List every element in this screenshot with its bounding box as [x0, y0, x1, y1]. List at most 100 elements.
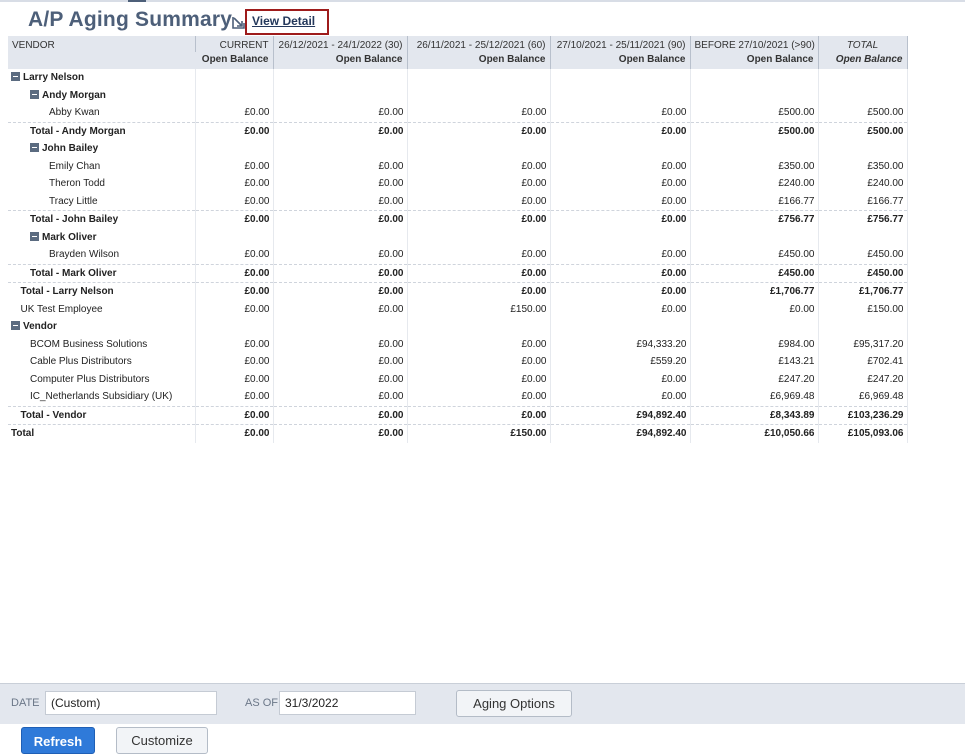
amount-cell[interactable]: £0.00	[195, 424, 274, 443]
customize-button[interactable]: Customize	[116, 727, 208, 754]
amount-cell[interactable]: £247.20	[818, 370, 908, 388]
col-header-over-90[interactable]: BEFORE 27/10/2021 (>90)	[690, 36, 819, 52]
vendor-cell[interactable]: Theron Todd	[8, 175, 196, 193]
vendor-cell[interactable]: Abby Kwan	[8, 104, 196, 122]
table-row[interactable]: Emily Chan £0.00 £0.00 £0.00 £0.00 £350.00 £35…	[8, 157, 908, 175]
amount-cell[interactable]: £0.00	[195, 104, 274, 122]
amount-cell[interactable]: £0.00	[550, 210, 691, 229]
amount-cell[interactable]: £247.20	[690, 370, 819, 388]
amount-cell[interactable]: £0.00	[550, 300, 691, 318]
amount-cell[interactable]: £0.00	[407, 405, 551, 425]
as-of-date-field[interactable]	[279, 691, 416, 715]
amount-cell[interactable]: £0.00	[550, 192, 691, 211]
vendor-cell[interactable]: Emily Chan	[8, 157, 196, 175]
amount-cell[interactable]: £166.77	[818, 192, 908, 211]
table-row[interactable]: Tracy Little £0.00 £0.00 £0.00 £0.00 £166.77 £…	[8, 192, 908, 211]
table-row[interactable]: Computer Plus Distributors £0.00 £0.00 £0.0…	[8, 370, 908, 388]
col-header-vendor[interactable]: VENDOR	[8, 36, 196, 52]
amount-cell[interactable]: £0.00	[273, 192, 408, 211]
amount-cell[interactable]: £0.00	[407, 210, 551, 229]
amount-cell[interactable]: £0.00	[273, 424, 408, 443]
amount-cell[interactable]: £0.00	[273, 175, 408, 193]
amount-cell[interactable]: £10,050.66	[690, 424, 819, 443]
collapse-toggle-icon[interactable]	[30, 89, 39, 99]
amount-cell[interactable]: £0.00	[550, 104, 691, 122]
date-range-field[interactable]	[45, 691, 217, 715]
amount-cell[interactable]: £94,892.40	[550, 405, 691, 425]
amount-cell[interactable]: £0.00	[273, 335, 408, 353]
table-row[interactable]: Abby Kwan £0.00 £0.00 £0.00 £0.00 £500.00 £500…	[8, 104, 908, 122]
amount-cell[interactable]: £0.00	[550, 246, 691, 264]
amount-cell[interactable]: £240.00	[818, 175, 908, 193]
amount-cell[interactable]: £166.77	[690, 192, 819, 211]
vendor-cell[interactable]: Tracy Little	[8, 192, 196, 211]
amount-cell[interactable]: £150.00	[407, 300, 551, 318]
vendor-cell[interactable]: IC_Netherlands Subsidiary (UK)	[8, 388, 196, 406]
amount-cell[interactable]: £450.00	[690, 246, 819, 264]
amount-cell[interactable]: £0.00	[407, 104, 551, 122]
amount-cell[interactable]: £0.00	[195, 353, 274, 371]
amount-cell[interactable]: £0.00	[195, 388, 274, 406]
amount-cell[interactable]: £0.00	[195, 370, 274, 388]
collapse-toggle-icon[interactable]	[30, 231, 39, 241]
amount-cell[interactable]: £0.00	[550, 263, 691, 283]
amount-cell[interactable]: £450.00	[818, 263, 908, 283]
amount-cell[interactable]: £500.00	[818, 121, 908, 140]
amount-cell[interactable]: £756.77	[690, 210, 819, 229]
amount-cell[interactable]: £0.00	[273, 300, 408, 318]
amount-cell[interactable]: £0.00	[407, 370, 551, 388]
amount-cell[interactable]: £0.00	[273, 157, 408, 175]
amount-cell[interactable]: £95,317.20	[818, 335, 908, 353]
amount-cell[interactable]: £94,892.40	[550, 424, 691, 443]
amount-cell[interactable]: £984.00	[690, 335, 819, 353]
amount-cell[interactable]: £0.00	[550, 282, 691, 301]
vendor-cell[interactable]: UK Test Employee	[8, 300, 196, 318]
vendor-cell[interactable]: BCOM Business Solutions	[8, 335, 196, 353]
amount-cell[interactable]: £8,343.89	[690, 405, 819, 425]
amount-cell[interactable]: £0.00	[195, 263, 274, 283]
amount-cell[interactable]: £0.00	[407, 246, 551, 264]
collapse-toggle-icon[interactable]	[11, 72, 20, 82]
amount-cell[interactable]: £0.00	[690, 300, 819, 318]
amount-cell[interactable]: £0.00	[407, 157, 551, 175]
amount-cell[interactable]: £0.00	[407, 175, 551, 193]
amount-cell[interactable]: £0.00	[273, 388, 408, 406]
refresh-button[interactable]: Refresh	[21, 727, 95, 754]
amount-cell[interactable]: £0.00	[273, 353, 408, 371]
amount-cell[interactable]: £0.00	[407, 353, 551, 371]
amount-cell[interactable]: £0.00	[407, 192, 551, 211]
amount-cell[interactable]: £94,333.20	[550, 335, 691, 353]
amount-cell[interactable]: £150.00	[407, 424, 551, 443]
amount-cell[interactable]: £559.20	[550, 353, 691, 371]
view-detail-link[interactable]: View Detail	[252, 14, 315, 28]
table-row[interactable]: Brayden Wilson £0.00 £0.00 £0.00 £0.00 £450.0…	[8, 246, 908, 264]
table-row[interactable]: IC_Netherlands Subsidiary (UK) £0.00 £0.00…	[8, 388, 908, 406]
amount-cell[interactable]: £450.00	[818, 246, 908, 264]
amount-cell[interactable]: £702.41	[818, 353, 908, 371]
amount-cell[interactable]: £0.00	[550, 370, 691, 388]
amount-cell[interactable]: £0.00	[195, 210, 274, 229]
amount-cell[interactable]: £1,706.77	[690, 282, 819, 301]
amount-cell[interactable]: £0.00	[550, 388, 691, 406]
collapse-toggle-icon[interactable]	[30, 143, 39, 153]
amount-cell[interactable]: £0.00	[273, 121, 408, 140]
amount-cell[interactable]: £6,969.48	[818, 388, 908, 406]
table-row[interactable]: Theron Todd £0.00 £0.00 £0.00 £0.00 £240.00 £2…	[8, 175, 908, 193]
amount-cell[interactable]: £0.00	[195, 282, 274, 301]
col-header-total[interactable]: TOTAL	[818, 36, 908, 52]
amount-cell[interactable]: £0.00	[273, 405, 408, 425]
amount-cell[interactable]: £0.00	[273, 246, 408, 264]
amount-cell[interactable]: £0.00	[273, 210, 408, 229]
amount-cell[interactable]: £143.21	[690, 353, 819, 371]
amount-cell[interactable]: £105,093.06	[818, 424, 908, 443]
amount-cell[interactable]: £0.00	[550, 175, 691, 193]
table-row[interactable]: BCOM Business Solutions £0.00 £0.00 £0.00 £9…	[8, 335, 908, 353]
table-row[interactable]: Cable Plus Distributors £0.00 £0.00 £0.00 £5…	[8, 353, 908, 371]
amount-cell[interactable]: £0.00	[195, 121, 274, 140]
amount-cell[interactable]: £0.00	[407, 335, 551, 353]
amount-cell[interactable]: £6,969.48	[690, 388, 819, 406]
amount-cell[interactable]: £350.00	[818, 157, 908, 175]
vendor-cell[interactable]: Cable Plus Distributors	[8, 353, 196, 371]
amount-cell[interactable]: £0.00	[273, 104, 408, 122]
col-header-60[interactable]: 26/11/2021 - 25/12/2021 (60)	[407, 36, 551, 52]
